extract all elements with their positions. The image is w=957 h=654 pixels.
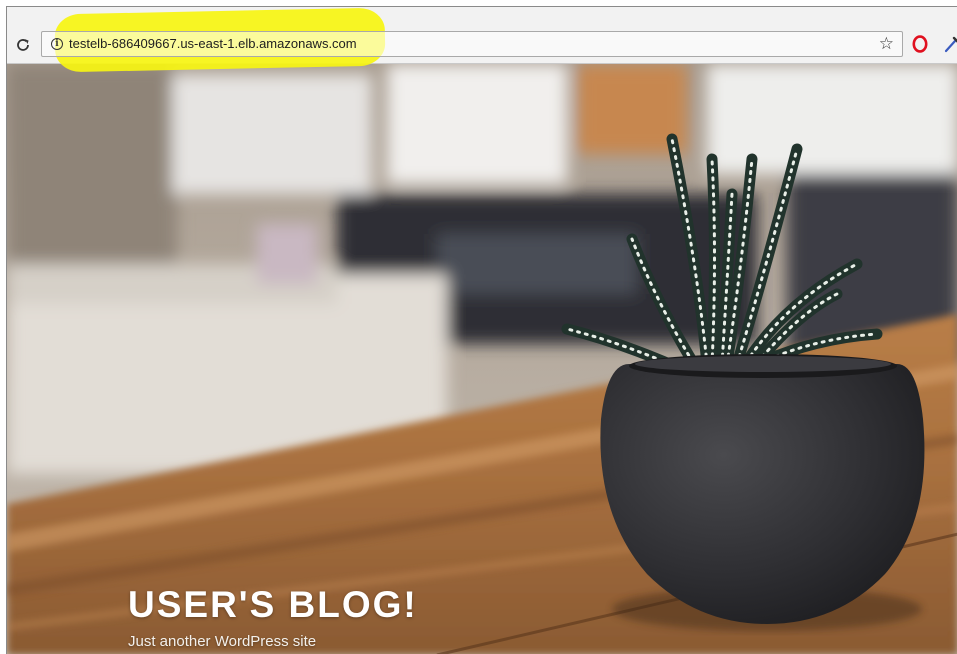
hero-background-image (7, 64, 957, 654)
eyedropper-icon[interactable] (943, 35, 957, 53)
browser-toolbar: i testelb-686409667.us-east-1.elb.amazon… (7, 7, 957, 73)
hero-header: USER'S BLOG! Just another WordPress site (7, 64, 957, 654)
reload-button[interactable] (12, 34, 34, 56)
browser-window: i testelb-686409667.us-east-1.elb.amazon… (6, 6, 957, 654)
info-icon[interactable]: i (51, 38, 63, 50)
address-bar[interactable]: i testelb-686409667.us-east-1.elb.amazon… (41, 31, 903, 57)
reload-icon (17, 39, 29, 51)
opera-icon[interactable] (912, 35, 928, 53)
site-title[interactable]: USER'S BLOG! (128, 584, 418, 626)
site-tagline: Just another WordPress site (128, 633, 317, 650)
star-icon[interactable]: ☆ (879, 34, 894, 54)
url-text[interactable]: testelb-686409667.us-east-1.elb.amazonaw… (69, 36, 357, 51)
